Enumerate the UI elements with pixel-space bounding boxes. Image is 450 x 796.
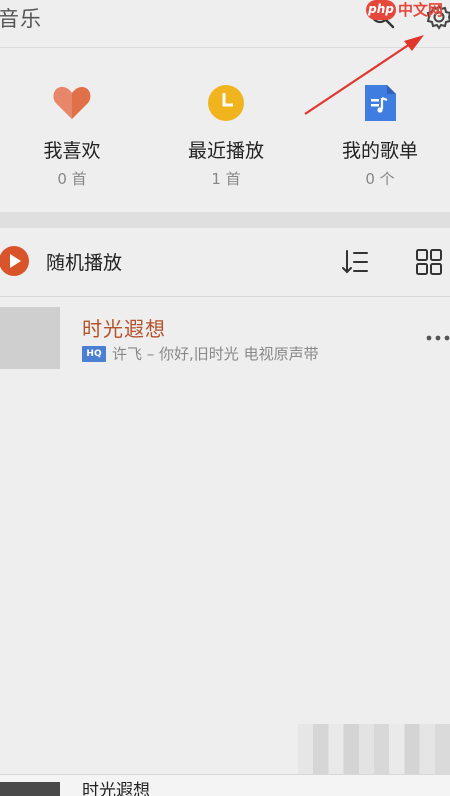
song-title: 时光遐想 (82, 317, 166, 341)
feature-count: 1 首 (211, 170, 241, 188)
hq-badge: HQ (82, 346, 106, 362)
feature-recent[interactable]: 最近播放 1 首 (156, 82, 296, 202)
feature-label: 我的歌单 (341, 140, 418, 162)
shuffle-play-button[interactable]: 随机播放 (46, 248, 122, 275)
watermark-site: 中文网 (398, 1, 444, 19)
now-playing-bar[interactable]: 时光遐想 (0, 774, 450, 796)
sort-icon[interactable] (340, 247, 370, 277)
blurred-region (298, 724, 450, 774)
controls-row: 随机播放 (0, 228, 450, 296)
feature-count: 0 个 (365, 170, 395, 188)
clock-icon (208, 85, 244, 121)
feature-playlists[interactable]: 我的歌单 0 个 (310, 82, 450, 202)
grid-view-icon[interactable] (414, 247, 444, 277)
watermark-badge: php (366, 0, 396, 20)
playlist-icon (365, 85, 396, 121)
album-cover (0, 307, 60, 369)
song-subtitle: 许飞 – 你好,旧时光 电视原声带 (112, 345, 319, 363)
play-icon[interactable] (0, 245, 30, 277)
app-header: 音乐 php 中文网 (0, 0, 450, 48)
section-gap (0, 212, 450, 228)
page-title: 音乐 (0, 7, 42, 31)
now-playing-cover (0, 782, 60, 796)
heart-icon (53, 87, 91, 119)
feature-label: 我喜欢 (43, 140, 101, 162)
song-list-item[interactable]: 时光遐想 HQ 许飞 – 你好,旧时光 电视原声带 (0, 297, 450, 377)
feature-favorites[interactable]: 我喜欢 0 首 (2, 82, 142, 202)
feature-label: 最近播放 (187, 140, 264, 162)
feature-panel: 我喜欢 0 首 最近播放 1 首 我的歌单 0 个 (0, 48, 450, 212)
watermark-logo: php 中文网 (366, 0, 450, 22)
now-playing-title: 时光遐想 (82, 781, 150, 796)
more-options-icon[interactable] (424, 333, 450, 343)
feature-count: 0 首 (57, 170, 87, 188)
